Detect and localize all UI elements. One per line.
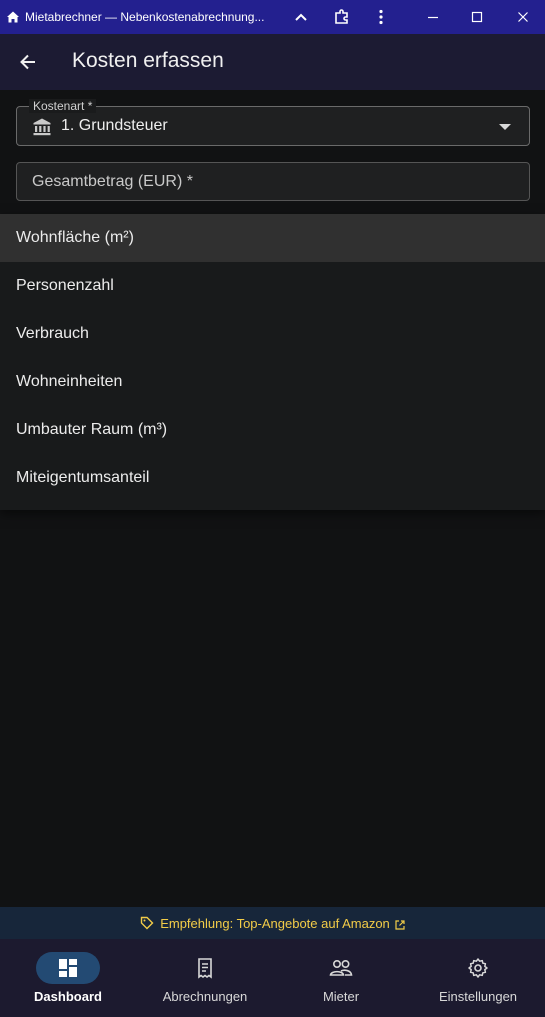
chevron-up-icon: [295, 13, 307, 21]
promo-text: Empfehlung: Top-Angebote auf Amazon: [160, 915, 390, 931]
extensions-button[interactable]: [322, 0, 362, 34]
menu-item-umbauter-raum[interactable]: Umbauter Raum (m³): [0, 406, 545, 454]
nav-dashboard[interactable]: Dashboard: [34, 939, 102, 1017]
close-button[interactable]: [503, 0, 543, 34]
cost-type-select[interactable]: Kostenart * 1. Grundsteuer: [16, 99, 530, 146]
puzzle-icon: [335, 9, 348, 24]
menu-item-verbrauch[interactable]: Verbrauch: [0, 310, 545, 358]
back-button[interactable]: [14, 48, 42, 76]
minimize-button[interactable]: [413, 0, 453, 34]
close-icon: [518, 12, 528, 22]
collapse-button[interactable]: [281, 0, 321, 34]
more-vert-icon: [379, 9, 383, 25]
nav-einstellungen[interactable]: Einstellungen: [432, 939, 524, 1017]
maximize-icon: [471, 11, 483, 23]
menu-item-personenzahl[interactable]: Personenzahl: [0, 262, 545, 310]
window-title: Mietabrechner — Nebenkostenabrechnung...: [25, 10, 265, 24]
nav-abrechnungen-indicator: [173, 952, 237, 984]
nav-mieter-indicator: [309, 952, 373, 984]
maximize-button[interactable]: [457, 0, 497, 34]
arrow-back-icon: [20, 54, 35, 70]
menu-item-miteigentumsanteil[interactable]: Miteigentumsanteil: [0, 454, 545, 502]
nav-abrechnungen-label: Abrechnungen: [162, 989, 248, 1004]
nav-einstellungen-indicator: [446, 952, 510, 984]
dashboard-icon: [59, 959, 77, 977]
app-bar: Kosten erfassen: [0, 34, 545, 90]
window-titlebar: Mietabrechner — Nebenkostenabrechnung...: [0, 0, 545, 34]
total-amount-field[interactable]: [16, 162, 530, 201]
bank-icon: [32, 117, 52, 137]
open-external-icon: [395, 918, 405, 930]
nav-einstellungen-label: Einstellungen: [438, 989, 518, 1004]
nav-dashboard-label: Dashboard: [34, 989, 102, 1004]
cost-type-label: Kostenart *: [29, 99, 97, 113]
nav-abrechnungen[interactable]: Abrechnungen: [155, 939, 255, 1017]
menu-item-wohnflaeche[interactable]: Wohnfläche (m²): [0, 214, 545, 262]
nav-dashboard-indicator: [36, 952, 100, 984]
bottom-navigation: Dashboard Abrechnungen Mieter Einstellun…: [0, 939, 545, 1017]
total-amount-input[interactable]: [17, 163, 529, 200]
app-home-icon: [5, 9, 21, 25]
receipt-icon: [198, 958, 212, 979]
gear-icon: [468, 958, 488, 978]
distribution-key-menu: Wohnfläche (m²) Personenzahl Verbrauch W…: [0, 214, 545, 510]
menu-item-wohneinheiten[interactable]: Wohneinheiten: [0, 358, 545, 406]
minimize-icon: [428, 16, 438, 19]
cost-type-value: 1. Grundsteuer: [61, 117, 168, 134]
nav-mieter[interactable]: Mieter: [309, 939, 373, 1017]
promo-banner[interactable]: Empfehlung: Top-Angebote auf Amazon: [0, 907, 545, 939]
page-title: Kosten erfassen: [72, 49, 224, 72]
nav-mieter-label: Mieter: [322, 989, 360, 1004]
people-icon: [329, 959, 353, 976]
tag-icon: [140, 916, 154, 930]
more-button[interactable]: [361, 0, 401, 34]
dropdown-arrow-icon: [499, 124, 511, 130]
